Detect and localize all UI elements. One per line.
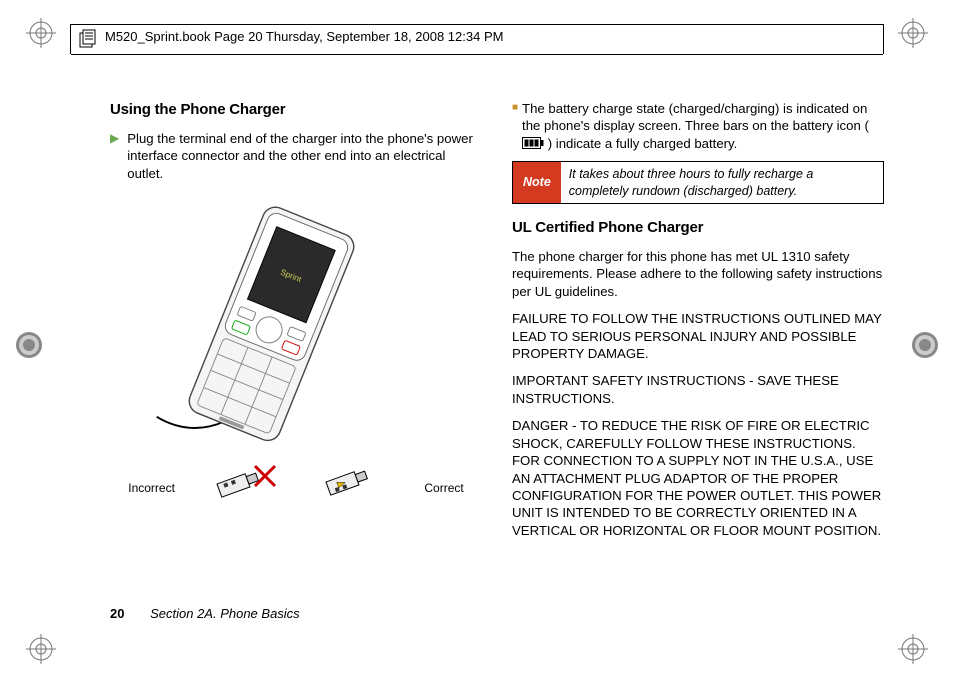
crop-header-text: M520_Sprint.book Page 20 Thursday, Septe…	[105, 29, 523, 44]
connector-orientation-row: Incorrect	[110, 458, 482, 518]
step-row: ▶ Plug the terminal end of the charger i…	[110, 130, 482, 182]
right-column: ■ The battery charge state (charged/char…	[512, 100, 884, 622]
crop-mark-icon	[14, 330, 44, 360]
heading-using-charger: Using the Phone Charger	[110, 100, 482, 120]
section-name: Section 2A. Phone Basics	[150, 606, 300, 621]
play-arrow-icon: ▶	[110, 130, 119, 182]
note-box: Note It takes about three hours to fully…	[512, 161, 884, 204]
page-body: Using the Phone Charger ▶ Plug the termi…	[110, 100, 884, 622]
crop-mark-icon	[26, 634, 56, 664]
ul-paragraph-3: IMPORTANT SAFETY INSTRUCTIONS - SAVE THE…	[512, 372, 884, 407]
note-tag: Note	[513, 162, 561, 203]
page-footer: 20 Section 2A. Phone Basics	[110, 605, 300, 622]
label-incorrect: Incorrect	[128, 481, 175, 497]
battery-full-icon	[522, 136, 544, 153]
square-bullet-icon: ■	[512, 100, 518, 153]
step-text: Plug the terminal end of the charger int…	[127, 130, 482, 182]
ul-paragraph-2: FAILURE TO FOLLOW THE INSTRUCTIONS OUTLI…	[512, 310, 884, 362]
page-number: 20	[110, 606, 124, 621]
bullet-text-b: ) indicate a fully charged battery.	[548, 136, 738, 151]
left-column: Using the Phone Charger ▶ Plug the termi…	[110, 100, 482, 622]
bullet-text-a: The battery charge state (charged/chargi…	[522, 101, 869, 133]
label-correct: Correct	[424, 481, 463, 497]
note-body: It takes about three hours to fully rech…	[561, 162, 883, 203]
crop-mark-icon	[898, 634, 928, 664]
ul-paragraph-4: DANGER - TO REDUCE THE RISK OF FIRE OR E…	[512, 417, 884, 539]
crop-mark-icon	[910, 330, 940, 360]
battery-indicator-bullet: ■ The battery charge state (charged/char…	[512, 100, 884, 153]
phone-charger-illustration: Sprint	[110, 194, 482, 458]
page-stack-icon	[77, 28, 99, 50]
crop-header: M520_Sprint.book Page 20 Thursday, Septe…	[70, 24, 884, 54]
battery-indicator-text: The battery charge state (charged/chargi…	[522, 100, 884, 153]
crop-mark-icon	[26, 18, 56, 48]
connector-correct-icon	[318, 458, 388, 518]
heading-ul-charger: UL Certified Phone Charger	[512, 218, 884, 238]
crop-mark-icon	[898, 18, 928, 48]
ul-paragraph-1: The phone charger for this phone has met…	[512, 248, 884, 300]
connector-incorrect-icon	[211, 458, 281, 518]
